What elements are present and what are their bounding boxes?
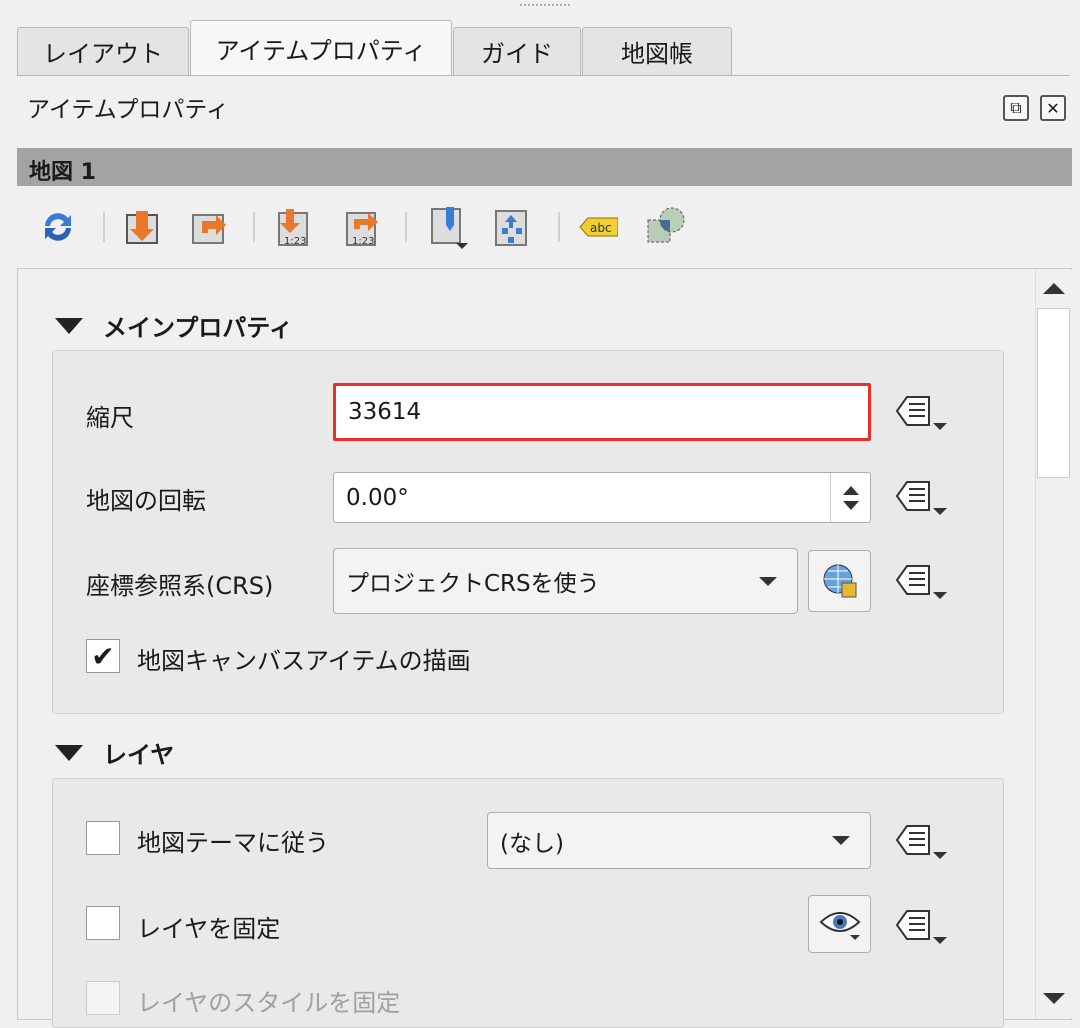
toolbar-separator <box>253 212 255 242</box>
label-icon-text: abc <box>590 221 612 235</box>
tab-layout[interactable]: レイアウト <box>17 27 189 75</box>
section-layers[interactable]: レイヤ <box>55 735 174 770</box>
toolbar-separator <box>103 212 105 242</box>
scale-text: 1:23 <box>284 236 306 247</box>
lock-styles-checkbox[interactable] <box>86 981 120 1015</box>
draw-items-label: 地図キャンバスアイテムの描画 <box>137 647 471 675</box>
section-title: メインプロパティ <box>103 314 293 342</box>
chevron-down-icon <box>759 576 777 586</box>
tab-item-properties[interactable]: アイテムプロパティ <box>190 20 452 76</box>
draw-items-checkbox[interactable]: ✔ <box>86 639 120 673</box>
crs-value: プロジェクトCRSを使う <box>346 571 600 597</box>
rotation-value: 0.00° <box>346 484 409 511</box>
clipping-settings-icon[interactable] <box>645 205 685 249</box>
chevron-down-icon <box>832 836 850 845</box>
lock-layers-label: レイヤを固定 <box>137 915 281 943</box>
follow-theme-checkbox[interactable] <box>86 821 120 855</box>
data-defined-override-icon[interactable] <box>893 389 953 435</box>
set-extent-from-canvas-icon[interactable] <box>122 205 162 249</box>
set-scale-from-canvas-icon[interactable]: 1:23 <box>272 205 312 249</box>
follow-theme-label: 地図テーマに従う <box>137 829 329 857</box>
view-extent-in-canvas-icon[interactable] <box>188 205 228 249</box>
crs-dropdown[interactable]: プロジェクトCRSを使う <box>333 548 798 614</box>
theme-dropdown[interactable]: (なし) <box>487 812 871 869</box>
select-crs-button[interactable] <box>808 550 871 612</box>
scrollbar-thumb[interactable] <box>1037 308 1070 478</box>
float-panel-icon[interactable]: ⧉ <box>1003 95 1029 121</box>
layer-visibility-button[interactable] <box>808 895 871 953</box>
refresh-icon[interactable] <box>38 205 78 249</box>
scale-text: 1:23 <box>352 236 374 247</box>
globe-icon <box>823 564 856 598</box>
tab-guides[interactable]: ガイド <box>453 27 581 75</box>
collapse-triangle-icon <box>55 744 83 761</box>
data-defined-override-icon[interactable] <box>893 818 953 864</box>
rotation-label: 地図の回転 <box>86 487 206 515</box>
panel-drag-handle[interactable] <box>520 4 570 10</box>
data-defined-override-icon[interactable] <box>893 558 953 604</box>
bookmark-icon[interactable] <box>428 205 468 249</box>
label-settings-icon[interactable]: abc <box>578 205 618 249</box>
eye-icon <box>819 912 860 940</box>
step-up-icon[interactable] <box>842 485 859 495</box>
rotation-stepper[interactable] <box>830 473 870 522</box>
lock-styles-label: レイヤのスタイルを固定 <box>137 989 401 1017</box>
section-title: レイヤ <box>103 741 175 769</box>
panel-title: アイテムプロパティ <box>27 97 229 123</box>
toolbar-separator <box>558 212 560 242</box>
crs-label: 座標参照系(CRS) <box>86 572 274 600</box>
collapse-triangle-icon <box>55 317 83 334</box>
tab-atlas[interactable]: 地図帳 <box>582 27 732 75</box>
step-down-icon[interactable] <box>842 500 859 510</box>
set-canvas-scale-icon[interactable]: 1:23 <box>340 205 380 249</box>
data-defined-override-icon[interactable] <box>893 903 953 949</box>
tab-divider <box>17 75 1070 76</box>
theme-value: (なし) <box>500 830 564 857</box>
lock-layers-checkbox[interactable] <box>86 906 120 940</box>
move-content-icon[interactable] <box>492 205 532 249</box>
scroll-up-icon[interactable] <box>1043 283 1065 294</box>
scale-label: 縮尺 <box>86 404 134 432</box>
item-header: 地図 1 <box>17 148 1072 186</box>
close-panel-icon[interactable]: ✕ <box>1040 95 1066 121</box>
rotation-spinbox[interactable]: 0.00° <box>333 472 871 523</box>
scroll-down-icon[interactable] <box>1043 993 1065 1004</box>
data-defined-override-icon[interactable] <box>893 474 953 520</box>
toolbar-separator <box>405 212 407 242</box>
scale-input[interactable]: 33614 <box>333 383 871 441</box>
section-main-properties[interactable]: メインプロパティ <box>55 308 293 343</box>
